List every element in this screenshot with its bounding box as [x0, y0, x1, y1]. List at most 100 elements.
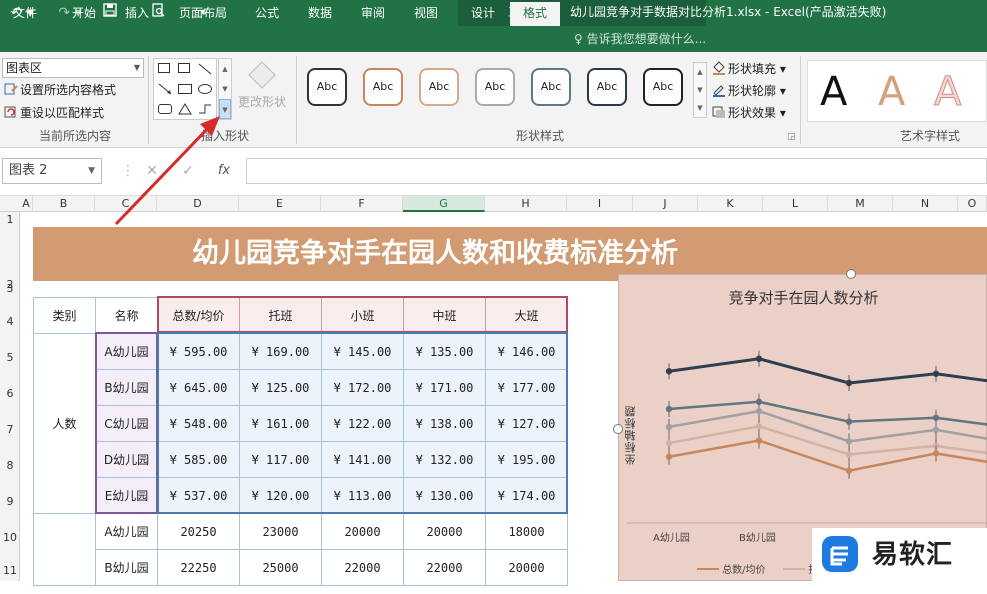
table-cell[interactable]: ¥ 130.00	[403, 477, 486, 514]
data-point[interactable]	[932, 414, 940, 421]
table-cell[interactable]: 22000	[321, 549, 404, 586]
data-point[interactable]	[665, 423, 673, 431]
table-cell[interactable]: ¥ 120.00	[239, 477, 322, 514]
column-header[interactable]: L	[763, 196, 828, 212]
data-point[interactable]	[845, 438, 853, 445]
scroll-down-icon[interactable]: ▼	[219, 79, 231, 99]
shape-style-3[interactable]: Abc	[419, 68, 459, 106]
table-cell[interactable]: ¥ 171.00	[403, 369, 486, 406]
row-header[interactable]: 8	[0, 440, 20, 476]
table-cell[interactable]: ¥ 145.00	[321, 333, 404, 370]
shape-outline-button[interactable]: 形状轮廓 ▾	[712, 82, 786, 100]
table-cell[interactable]: ¥ 135.00	[403, 333, 486, 370]
data-point[interactable]	[845, 379, 853, 387]
table-cell[interactable]: ¥ 125.00	[239, 369, 322, 406]
table-cell[interactable]: ¥ 161.00	[239, 405, 322, 442]
row-header[interactable]: 6	[0, 368, 20, 404]
shape-fill-button[interactable]: 形状填充 ▾	[712, 60, 786, 78]
textbox-shape-icon[interactable]	[158, 63, 170, 73]
table-cell[interactable]: ¥ 146.00	[485, 333, 568, 370]
table-cell[interactable]: 20000	[321, 513, 404, 550]
table-cell[interactable]: 20000	[485, 549, 568, 586]
wordart-style-3[interactable]: A	[933, 69, 961, 116]
chart-resize-handle[interactable]	[846, 269, 856, 279]
table-cell[interactable]: ¥ 195.00	[485, 441, 568, 478]
data-point[interactable]	[755, 423, 763, 430]
name-box[interactable]: 图表 2 ▼	[2, 158, 102, 184]
column-header[interactable]: B	[33, 196, 95, 212]
category-cell[interactable]	[33, 513, 96, 586]
table-cell[interactable]: 22250	[157, 549, 240, 586]
table-cell[interactable]: C幼儿园	[95, 405, 158, 442]
column-header[interactable]: H	[485, 196, 567, 212]
category-cell[interactable]: 人数	[33, 333, 96, 514]
shape-style-1[interactable]: Abc	[307, 68, 347, 106]
column-header[interactable]: M	[828, 196, 893, 212]
table-header-cell[interactable]: 类别	[33, 297, 96, 334]
table-header-cell[interactable]: 托班	[239, 297, 322, 334]
table-cell[interactable]: ¥ 174.00	[485, 477, 568, 514]
tab-format[interactable]: 格式	[510, 2, 560, 26]
table-cell[interactable]: ¥ 595.00	[157, 333, 240, 370]
scroll-up-icon[interactable]: ▲	[694, 63, 706, 81]
data-point[interactable]	[932, 450, 940, 457]
wordart-gallery[interactable]: A A A	[807, 60, 987, 122]
shape-effects-button[interactable]: 形状效果 ▾	[712, 104, 786, 122]
oval-shape-icon[interactable]	[198, 84, 212, 94]
column-header[interactable]: O	[958, 196, 987, 212]
table-cell[interactable]: A幼儿园	[95, 513, 158, 550]
tab-file[interactable]: 文件	[0, 0, 50, 26]
data-point[interactable]	[755, 355, 763, 362]
row-header[interactable]: 1	[0, 212, 20, 227]
table-cell[interactable]: B幼儿园	[95, 369, 158, 406]
column-header[interactable]: K	[698, 196, 763, 212]
row-header[interactable]: 4	[0, 296, 20, 332]
table-cell[interactable]: ¥ 141.00	[321, 441, 404, 478]
data-point[interactable]	[845, 467, 853, 474]
table-cell[interactable]: ¥ 117.00	[239, 441, 322, 478]
wordart-style-2[interactable]: A	[878, 69, 905, 115]
edit-shape-button[interactable]: 更改形状	[236, 60, 288, 112]
table-cell[interactable]: ¥ 645.00	[157, 369, 240, 406]
table-cell[interactable]: 20000	[403, 513, 486, 550]
table-cell[interactable]: ¥ 169.00	[239, 333, 322, 370]
data-point[interactable]	[932, 426, 940, 434]
arrow-shape-icon[interactable]	[158, 83, 172, 95]
table-cell[interactable]: ¥ 127.00	[485, 405, 568, 442]
tab-formulas[interactable]: 公式	[243, 0, 291, 26]
row-header[interactable]: 5	[0, 332, 20, 368]
table-cell[interactable]: 20250	[157, 513, 240, 550]
data-point[interactable]	[665, 405, 673, 413]
tab-review[interactable]: 审阅	[349, 0, 397, 26]
table-cell[interactable]: 23000	[239, 513, 322, 550]
row-header[interactable]: 3	[0, 282, 20, 296]
table-cell[interactable]: 22000	[403, 549, 486, 586]
table-cell[interactable]: D幼儿园	[95, 441, 158, 478]
sheet-banner-title[interactable]: 幼儿园竞争对手在园人数和收费标准分析	[33, 227, 987, 281]
formula-input[interactable]	[246, 158, 987, 184]
table-cell[interactable]: A幼儿园	[95, 333, 158, 370]
table-cell[interactable]: 18000	[485, 513, 568, 550]
data-point[interactable]	[665, 368, 673, 375]
data-point[interactable]	[755, 407, 763, 415]
data-point[interactable]	[665, 453, 673, 460]
data-point[interactable]	[755, 437, 763, 444]
data-point[interactable]	[845, 451, 853, 458]
reset-style-button[interactable]: 重设以匹配样式	[4, 104, 104, 122]
series-line[interactable]	[668, 400, 987, 430]
column-header[interactable]: A	[20, 196, 33, 212]
chart-element-dropdown[interactable]: 图表区 ▼	[2, 58, 144, 78]
table-cell[interactable]: E幼儿园	[95, 477, 158, 514]
tab-design[interactable]: 设计	[458, 0, 508, 26]
rectangle-shape-icon[interactable]	[178, 84, 192, 94]
table-header-cell[interactable]: 名称	[95, 297, 158, 334]
chart-resize-handle[interactable]	[613, 424, 623, 434]
table-cell[interactable]: ¥ 122.00	[321, 405, 404, 442]
shape-style-6[interactable]: Abc	[587, 68, 627, 106]
table-header-cell[interactable]: 小班	[321, 297, 404, 334]
shape-style-7[interactable]: Abc	[643, 68, 683, 106]
scroll-up-icon[interactable]: ▲	[219, 59, 231, 79]
column-header[interactable]: J	[633, 196, 698, 212]
table-cell[interactable]: ¥ 537.00	[157, 477, 240, 514]
column-header[interactable]: F	[321, 196, 403, 212]
